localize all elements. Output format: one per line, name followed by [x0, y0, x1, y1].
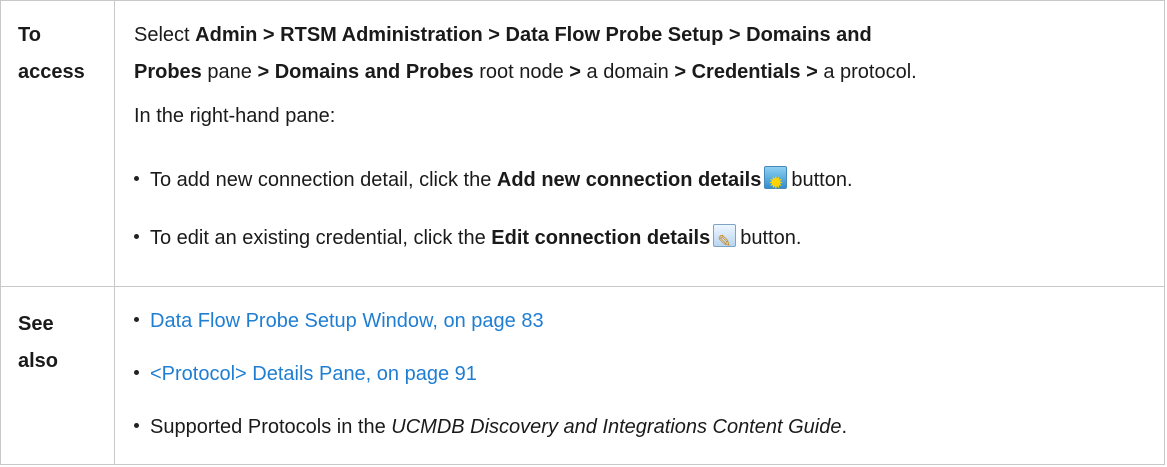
access-path-paragraph: Select Admin > RTSM Administration > Dat…: [134, 17, 1149, 91]
see-also-header: See also: [18, 306, 58, 380]
text: a protocol.: [823, 61, 917, 83]
menu-path: Admin > RTSM Administration > Data Flow …: [195, 24, 872, 46]
text: button.: [740, 227, 802, 249]
list-item: Data Flow Probe Setup Window, on page 83: [134, 303, 544, 340]
to-access-header: To access: [18, 17, 85, 91]
text: To add new connection detail, click the: [150, 169, 492, 191]
guide-title: UCMDB Discovery and Integrations Content…: [391, 416, 842, 438]
header-line: To: [18, 24, 41, 46]
menu-path: Domains and Probes: [274, 61, 474, 83]
list-item: Supported Protocols in the UCMDB Discove…: [134, 409, 847, 446]
text: In the right-hand pane:: [134, 105, 336, 127]
text: To edit an existing credential, click th…: [150, 227, 486, 249]
header-line: also: [18, 350, 59, 372]
edit-pencil-icon: [713, 224, 737, 261]
text: Select: [134, 24, 190, 46]
text: a domain: [586, 61, 669, 83]
separator: >: [569, 61, 581, 83]
bullet-icon: [134, 176, 139, 182]
list-item: To add new connection detail, click the …: [134, 162, 853, 202]
text: root node: [479, 61, 564, 83]
list-item: <Protocol> Details Pane, on page 91: [134, 356, 477, 393]
bullet-icon: [134, 423, 139, 429]
text: button.: [791, 169, 853, 191]
separator: >: [674, 61, 687, 83]
add-connection-star-icon: [764, 165, 788, 202]
bullet-icon: [134, 317, 139, 323]
bullet-icon: [134, 234, 139, 240]
separator: >: [257, 61, 270, 83]
row-divider: [1, 286, 1164, 287]
header-line: access: [18, 61, 85, 83]
column-divider: [114, 1, 115, 464]
info-table: To access Select Admin > RTSM Administra…: [0, 0, 1165, 465]
text: .: [841, 416, 848, 438]
menu-path: Credentials >: [691, 61, 818, 83]
bullet-icon: [134, 370, 139, 376]
protocol-details-pane-link[interactable]: <Protocol> Details Pane, on page 91: [150, 363, 477, 385]
menu-path: Probes: [134, 61, 202, 83]
list-item: To edit an existing credential, click th…: [134, 220, 802, 261]
button-name: Add new connection details: [496, 169, 762, 191]
data-flow-probe-setup-link[interactable]: Data Flow Probe Setup Window, on page 83: [150, 310, 544, 332]
text: pane: [207, 61, 252, 83]
right-pane-paragraph: In the right-hand pane:: [134, 98, 1149, 135]
button-name: Edit connection details: [491, 227, 711, 249]
header-line: See: [18, 313, 54, 335]
text: Supported Protocols in the: [150, 416, 386, 438]
